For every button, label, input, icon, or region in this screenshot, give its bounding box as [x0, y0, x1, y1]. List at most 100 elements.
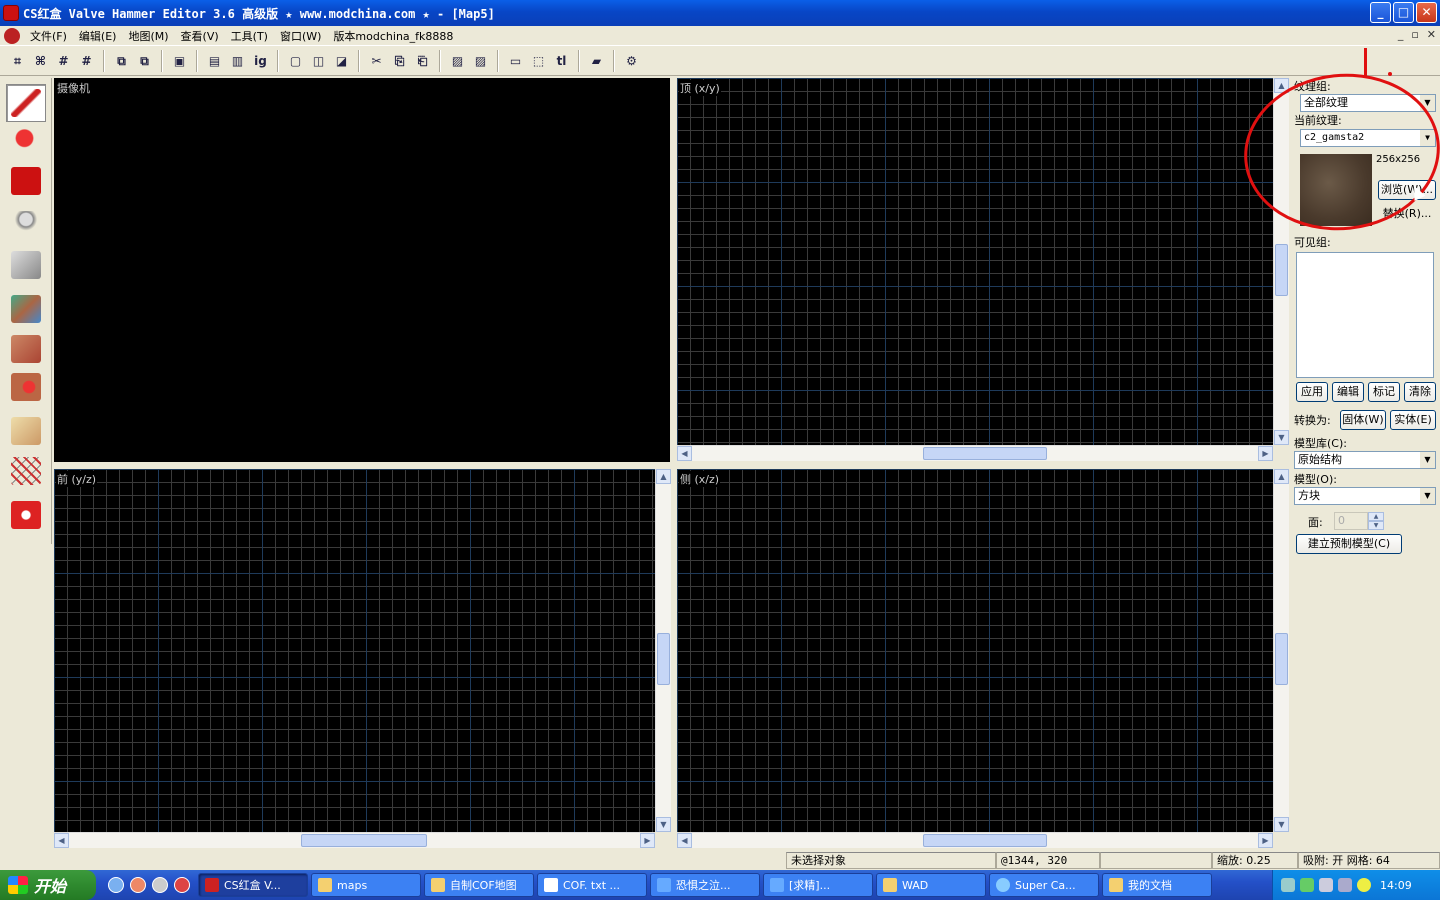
task-cof-txt[interactable]: COF. txt ... — [537, 873, 647, 897]
menu-map[interactable]: 地图(M) — [122, 28, 174, 44]
menu-view[interactable]: 查看(V) — [175, 28, 225, 44]
scroll-thumb[interactable] — [1275, 244, 1288, 296]
hide-selected-icon[interactable]: ▨ — [470, 51, 491, 72]
tie-icon[interactable]: tl — [551, 51, 572, 72]
grid-smaller-icon[interactable]: ⌘ — [30, 51, 51, 72]
task-cof-map[interactable]: 自制COF地图 — [424, 873, 534, 897]
usb-icon[interactable] — [1319, 878, 1333, 892]
apply-button[interactable]: 应用 — [1296, 382, 1328, 402]
task-super-ca[interactable]: Super Ca... — [989, 873, 1099, 897]
camera-viewport[interactable]: 摄像机 — [54, 78, 670, 462]
menu-edit[interactable]: 编辑(E) — [73, 28, 123, 44]
block-tool-icon[interactable] — [6, 246, 46, 284]
texture-lock-icon[interactable]: ▥ — [227, 51, 248, 72]
select-box-icon[interactable]: ▭ — [505, 51, 526, 72]
vertex-tool-icon[interactable] — [6, 452, 46, 490]
update-icon[interactable] — [1357, 878, 1371, 892]
document-icon[interactable] — [4, 27, 20, 44]
app-shortcut-icon[interactable] — [174, 877, 190, 893]
brush-icon[interactable]: ▢ — [285, 51, 306, 72]
mark-button[interactable]: 标记 — [1368, 382, 1400, 402]
volume-icon[interactable] — [1338, 878, 1352, 892]
scroll-left-icon[interactable]: ◀ — [677, 833, 692, 848]
top-horizontal-scrollbar[interactable]: ◀ ▶ — [677, 445, 1273, 461]
chevron-down-icon[interactable]: ▼ — [1420, 488, 1435, 504]
world-button[interactable]: 固体(W) — [1340, 410, 1386, 430]
clipping-tool-icon[interactable] — [6, 412, 46, 450]
chevron-down-icon[interactable]: ▼ — [1420, 452, 1435, 468]
menu-version[interactable]: 版本modchina_fk8888 — [327, 28, 459, 44]
start-button[interactable]: 开始 — [0, 870, 96, 900]
scroll-up-icon[interactable]: ▲ — [656, 469, 671, 484]
prefab-library-select[interactable]: 原始结构 ▼ — [1294, 451, 1436, 469]
select-object-icon[interactable]: ⬚ — [528, 51, 549, 72]
mdi-minimize-button[interactable]: _ — [1398, 28, 1404, 41]
side-viewport[interactable]: 侧 (x/z) — [677, 469, 1273, 832]
task-maps[interactable]: maps — [311, 873, 421, 897]
path-tool-icon[interactable] — [6, 496, 46, 534]
front-viewport[interactable]: 前 (y/z) — [54, 469, 655, 832]
magnify-tool-icon[interactable] — [6, 122, 46, 160]
menu-window[interactable]: 窗口(W) — [274, 28, 327, 44]
stepper-up-icon[interactable]: ▲ — [1368, 512, 1384, 521]
menu-file[interactable]: 文件(F) — [24, 28, 73, 44]
selection-tool-icon[interactable] — [6, 84, 46, 122]
carve-icon[interactable]: ▣ — [169, 51, 190, 72]
paste-icon[interactable]: ⎗ — [412, 51, 433, 72]
side-vertical-scrollbar[interactable]: ▲ ▼ — [1273, 469, 1289, 832]
scroll-right-icon[interactable]: ▶ — [1258, 446, 1273, 461]
hollow-icon[interactable]: ▤ — [204, 51, 225, 72]
copy-icon[interactable]: ⎘ — [389, 51, 410, 72]
decal-tool-icon[interactable] — [6, 368, 46, 406]
group-icon[interactable]: ⧉ — [111, 51, 132, 72]
task-cry-of-fear[interactable]: 恐惧之泣... — [650, 873, 760, 897]
ie-icon[interactable] — [108, 877, 124, 893]
task-request[interactable]: [求精]... — [763, 873, 873, 897]
scroll-thumb[interactable] — [923, 834, 1047, 847]
minimize-button[interactable]: _ — [1370, 2, 1391, 23]
stepper-down-icon[interactable]: ▼ — [1368, 521, 1384, 530]
task-hammer[interactable]: CS红盒 V... — [198, 873, 308, 897]
app-icon[interactable] — [3, 5, 19, 21]
ignore-groups-icon[interactable]: ig — [250, 51, 271, 72]
close-button[interactable]: ✕ — [1416, 2, 1437, 23]
edit-button[interactable]: 编辑 — [1332, 382, 1364, 402]
scroll-left-icon[interactable]: ◀ — [677, 446, 692, 461]
browser-icon[interactable] — [152, 877, 168, 893]
ungroup-icon[interactable]: ⧉ — [134, 51, 155, 72]
camera-tool-icon[interactable] — [6, 162, 46, 200]
antivirus-icon[interactable] — [1300, 878, 1314, 892]
run-map-icon[interactable]: ▰ — [586, 51, 607, 72]
mdi-restore-button[interactable]: ▫ — [1411, 28, 1418, 41]
scroll-down-icon[interactable]: ▼ — [1274, 430, 1289, 445]
firefox-icon[interactable] — [130, 877, 146, 893]
maximize-button[interactable]: □ — [1393, 2, 1414, 23]
front-vertical-scrollbar[interactable]: ▲ ▼ — [655, 469, 671, 832]
side-horizontal-scrollbar[interactable]: ◀ ▶ — [677, 832, 1273, 848]
apply-texture-icon[interactable] — [6, 330, 46, 368]
purge-button[interactable]: 清除 — [1404, 382, 1436, 402]
brush-copy-icon[interactable]: ◫ — [308, 51, 329, 72]
front-horizontal-scrollbar[interactable]: ◀ ▶ — [54, 832, 655, 848]
scroll-thumb[interactable] — [657, 633, 670, 685]
scroll-down-icon[interactable]: ▼ — [1274, 817, 1289, 832]
grid-icon[interactable]: ⌗ — [7, 51, 28, 72]
entity-button[interactable]: 实体(E) — [1390, 410, 1436, 430]
top-viewport[interactable]: 顶 (x/y) — [677, 78, 1273, 445]
grid-larger-icon[interactable]: # — [53, 51, 74, 72]
scroll-up-icon[interactable]: ▲ — [1274, 469, 1289, 484]
object-select[interactable]: 方块 ▼ — [1294, 487, 1436, 505]
mdi-close-button[interactable]: ✕ — [1427, 28, 1436, 41]
clock[interactable]: 14:09 — [1380, 879, 1412, 892]
options-icon[interactable]: ⚙ — [621, 51, 642, 72]
scroll-down-icon[interactable]: ▼ — [656, 817, 671, 832]
faces-input[interactable]: 0 — [1334, 512, 1368, 530]
task-my-documents[interactable]: 我的文档 — [1102, 873, 1212, 897]
scroll-thumb[interactable] — [923, 447, 1047, 460]
network-icon[interactable] — [1281, 878, 1295, 892]
grid-toggle-icon[interactable]: # — [76, 51, 97, 72]
texture-tool-icon[interactable] — [6, 290, 46, 328]
cut-icon[interactable]: ✂ — [366, 51, 387, 72]
scroll-thumb[interactable] — [1275, 633, 1288, 685]
task-wad[interactable]: WAD — [876, 873, 986, 897]
